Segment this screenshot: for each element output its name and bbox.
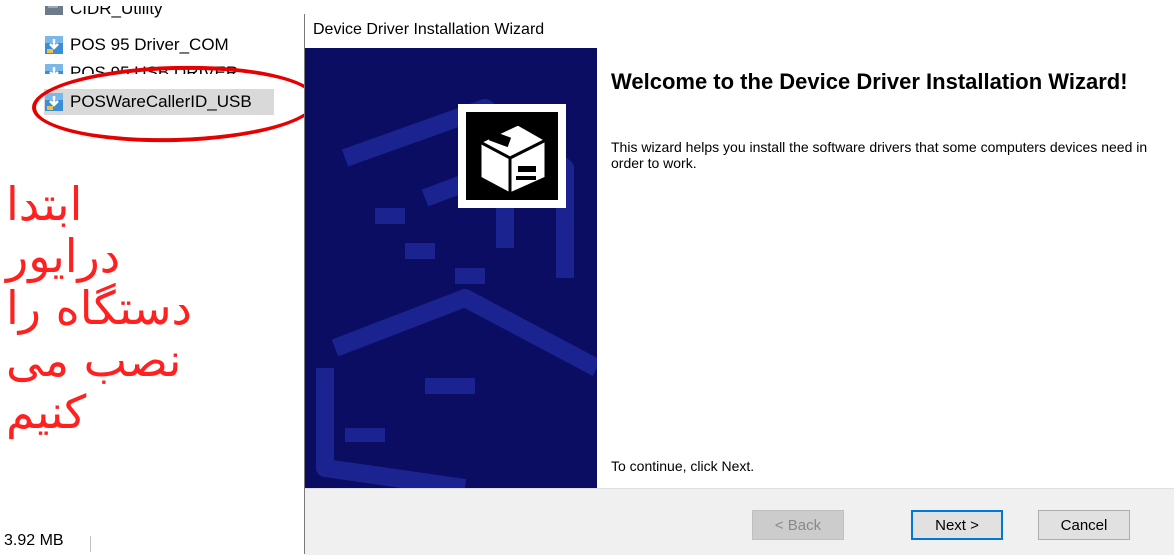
welcome-description: This wizard helps you install the softwa… — [611, 139, 1148, 171]
wizard-window: Device Driver Installation Wizard Welcom… — [304, 14, 1174, 555]
installer-icon — [44, 35, 64, 55]
file-name: POS 95 Driver_COM — [70, 35, 229, 54]
instruction-line: دستگاه را — [6, 281, 193, 335]
file-list: CIDR_Utility POS 95 Driver_COM POS 95 US… — [0, 0, 319, 146]
cancel-button[interactable]: Cancel — [1038, 510, 1130, 540]
instruction-line: ابتدا — [6, 177, 83, 231]
back-button[interactable]: < Back — [752, 510, 844, 540]
next-button[interactable]: Next > — [911, 510, 1003, 540]
continue-hint: To continue, click Next. — [611, 458, 755, 474]
highlight-ellipse — [31, 62, 319, 146]
driver-install-icon — [458, 104, 566, 208]
installer-icon — [44, 63, 64, 74]
installer-icon — [44, 6, 64, 19]
wizard-banner — [305, 48, 597, 488]
instruction-line: کنیم — [6, 385, 87, 439]
welcome-heading: Welcome to the Device Driver Installatio… — [611, 69, 1128, 94]
status-divider — [90, 536, 91, 552]
window-title: Device Driver Installation Wizard — [313, 21, 545, 38]
persian-instruction: ابتدا درایور دستگاه را نصب می کنیم — [6, 178, 286, 438]
instruction-line: نصب می — [6, 333, 182, 387]
file-name: CIDR_Utility — [70, 0, 163, 18]
instruction-line: درایور — [6, 229, 121, 283]
button-bar: < Back Next > Cancel — [305, 488, 1174, 555]
file-item-pos95-driver-com[interactable]: POS 95 Driver_COM — [44, 32, 229, 58]
status-file-size: 3.92 MB — [4, 532, 64, 549]
file-item-cidr-utility[interactable]: CIDR_Utility — [44, 0, 163, 22]
